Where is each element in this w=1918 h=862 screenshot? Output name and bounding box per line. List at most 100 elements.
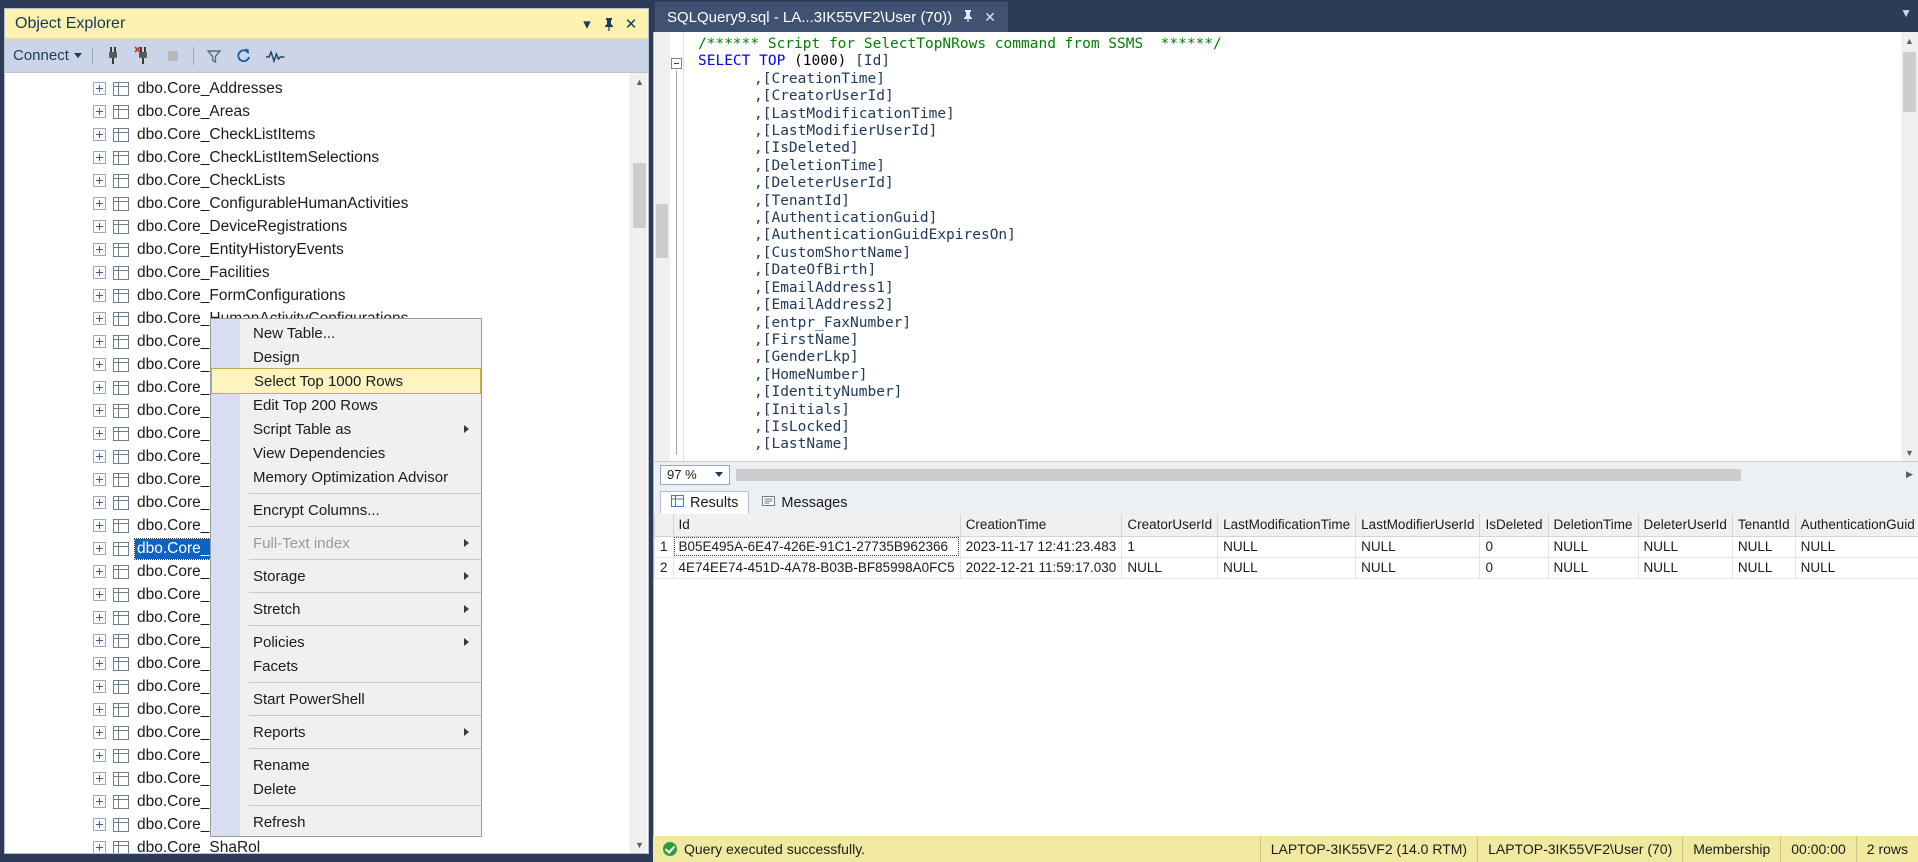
column-header[interactable]: CreatorUserId: [1121, 514, 1219, 537]
tree-item[interactable]: dbo.Core_Areas: [5, 100, 648, 123]
table-cell[interactable]: NULL: [1794, 556, 1918, 579]
scroll-down-arrow[interactable]: ▼: [631, 836, 648, 853]
table-context-menu[interactable]: New Table... Design Select Top 1000 Rows Ed…: [210, 318, 482, 837]
column-header[interactable]: Id: [672, 514, 961, 537]
scroll-up-arrow[interactable]: ▲: [631, 73, 648, 90]
column-header[interactable]: TenantId: [1731, 514, 1796, 537]
column-header[interactable]: LastModificationTime: [1217, 514, 1357, 537]
table-cell[interactable]: NULL: [1217, 556, 1357, 579]
menu-item[interactable]: View Dependencies: [211, 441, 481, 465]
table-cell[interactable]: NULL: [1121, 556, 1219, 579]
menu-item[interactable]: Encrypt Columns...: [211, 498, 481, 522]
stop-icon[interactable]: [163, 45, 183, 67]
results-grid[interactable]: Id CreationTime CreatorUserId LastModificat…: [653, 514, 1918, 862]
column-header[interactable]: IsDeleted: [1479, 514, 1549, 537]
tree-item[interactable]: dbo.Core_DeviceRegistrations: [5, 215, 648, 238]
expand-icon[interactable]: [93, 427, 106, 440]
expand-icon[interactable]: [93, 726, 106, 739]
expand-icon[interactable]: [93, 565, 106, 578]
filter-icon[interactable]: [204, 45, 224, 67]
table-cell[interactable]: NULL: [1794, 535, 1918, 558]
results-table[interactable]: Id CreationTime CreatorUserId LastModificat…: [654, 514, 1918, 579]
connect-object-explorer-icon[interactable]: [103, 45, 123, 67]
table-row[interactable]: 2 4E74EE74-451D-4A78-B03B-BF85998A0FC5 202…: [654, 556, 1918, 579]
close-icon[interactable]: ✕: [984, 9, 996, 26]
editor-horizontal-scrollbar[interactable]: [736, 468, 1895, 482]
editor-fold-margin[interactable]: [670, 32, 684, 461]
tree-item[interactable]: dbo.Core_Addresses: [5, 77, 648, 100]
table-cell[interactable]: NULL: [1637, 556, 1733, 579]
expand-icon[interactable]: [93, 749, 106, 762]
pin-icon[interactable]: [962, 9, 974, 25]
expand-icon[interactable]: [93, 82, 106, 95]
table-cell[interactable]: 4E74EE74-451D-4A78-B03B-BF85998A0FC5: [672, 556, 961, 579]
expand-icon[interactable]: [93, 473, 106, 486]
pin-icon[interactable]: [598, 13, 620, 35]
expand-icon[interactable]: [93, 220, 106, 233]
tree-item[interactable]: dbo.Core_EntityHistoryEvents: [5, 238, 648, 261]
menu-item[interactable]: Facets: [211, 654, 481, 678]
expand-icon[interactable]: [93, 795, 106, 808]
table-cell[interactable]: NULL: [1547, 535, 1639, 558]
tree-item[interactable]: dbo.Core_ConfigurableHumanActivities: [5, 192, 648, 215]
scroll-thumb[interactable]: [736, 468, 1741, 481]
connect-button[interactable]: Connect: [13, 47, 82, 64]
expand-icon[interactable]: [93, 841, 106, 853]
menu-item[interactable]: Design: [211, 345, 481, 369]
menu-item[interactable]: Stretch: [211, 597, 481, 621]
tabstrip-overflow-icon[interactable]: ▼: [1900, 6, 1912, 20]
row-number[interactable]: 1: [654, 535, 674, 558]
disconnect-icon[interactable]: [133, 45, 153, 67]
menu-item[interactable]: Refresh: [211, 810, 481, 834]
menu-item[interactable]: New Table...: [211, 321, 481, 345]
menu-item[interactable]: Storage: [211, 564, 481, 588]
activity-monitor-icon[interactable]: [264, 45, 285, 67]
menu-item[interactable]: Policies: [211, 630, 481, 654]
table-cell[interactable]: 2022-12-21 11:59:17.030: [959, 556, 1123, 579]
expand-icon[interactable]: [93, 450, 106, 463]
expand-icon[interactable]: [93, 611, 106, 624]
tree-item[interactable]: dbo.Core_ShaRol: [5, 836, 648, 853]
table-cell[interactable]: B05E495A-6E47-426E-91C1-27735B962366: [672, 535, 961, 558]
menu-item[interactable]: Select Top 1000 Rows: [211, 368, 481, 394]
expand-icon[interactable]: [93, 174, 106, 187]
tree-item[interactable]: dbo.Core_CheckListItemSelections: [5, 146, 648, 169]
row-number[interactable]: 2: [654, 556, 674, 579]
column-header[interactable]: DeleterUserId: [1637, 514, 1733, 537]
close-icon[interactable]: ✕: [620, 13, 642, 35]
table-cell[interactable]: NULL: [1217, 535, 1357, 558]
scroll-thumb[interactable]: [1903, 52, 1916, 112]
table-cell[interactable]: NULL: [1355, 556, 1481, 579]
column-header[interactable]: LastModifierUserId: [1355, 514, 1481, 537]
expand-icon[interactable]: [93, 772, 106, 785]
menu-item[interactable]: Reports: [211, 720, 481, 744]
tree-item[interactable]: dbo.Core_FormConfigurations: [5, 284, 648, 307]
column-header[interactable]: CreationTime: [959, 514, 1123, 537]
expand-icon[interactable]: [93, 197, 106, 210]
table-cell[interactable]: NULL: [1355, 535, 1481, 558]
expand-icon[interactable]: [93, 358, 106, 371]
dropdown-icon[interactable]: ▾: [576, 13, 598, 35]
table-cell[interactable]: NULL: [1731, 535, 1796, 558]
table-row[interactable]: 1 B05E495A-6E47-426E-91C1-27735B962366 202…: [654, 535, 1918, 558]
tree-item[interactable]: dbo.Core_CheckLists: [5, 169, 648, 192]
tree-vertical-scrollbar[interactable]: ▲ ▼: [630, 73, 647, 853]
menu-item[interactable]: Memory Optimization Advisor: [211, 465, 481, 489]
tab-messages[interactable]: Messages: [751, 491, 858, 514]
expand-icon[interactable]: [93, 542, 106, 555]
tab-sqlquery9[interactable]: SQLQuery9.sql - LA...3IK55VF2\User (70))…: [655, 2, 1008, 32]
scroll-up-arrow[interactable]: ▲: [1901, 32, 1918, 49]
editor-vertical-scrollbar[interactable]: ▲ ▼: [1901, 32, 1918, 461]
menu-item[interactable]: Edit Top 200 Rows: [211, 393, 481, 417]
expand-icon[interactable]: [93, 151, 106, 164]
table-cell[interactable]: NULL: [1731, 556, 1796, 579]
expand-icon[interactable]: [93, 266, 106, 279]
table-cell[interactable]: NULL: [1547, 556, 1639, 579]
sql-code-text[interactable]: /****** Script for SelectTopNRows comman…: [684, 32, 1918, 461]
menu-item[interactable]: Script Table as: [211, 417, 481, 441]
expand-icon[interactable]: [93, 519, 106, 532]
expand-icon[interactable]: [93, 703, 106, 716]
zoom-level-select[interactable]: 97 %: [660, 464, 730, 485]
expand-icon[interactable]: [93, 588, 106, 601]
expand-icon[interactable]: [93, 289, 106, 302]
